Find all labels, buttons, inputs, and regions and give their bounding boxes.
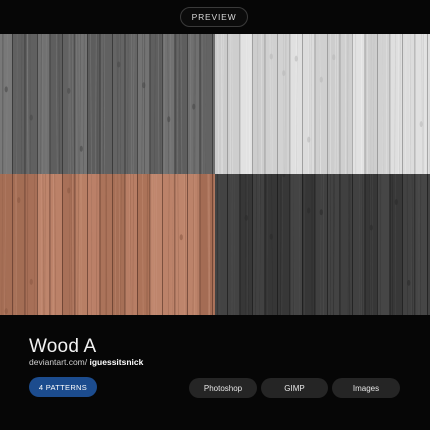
site-label: deviantart.com/: [29, 357, 88, 367]
images-button[interactable]: Images: [332, 378, 400, 398]
preview-button[interactable]: PREVIEW: [180, 7, 248, 27]
gray-wood-swatch[interactable]: [0, 34, 215, 174]
author-name[interactable]: iguessitsnick: [90, 357, 144, 367]
pattern-title: Wood A: [29, 336, 97, 357]
dark-wood-swatch[interactable]: [215, 174, 430, 315]
author-credit[interactable]: deviantart.com/ iguessitsnick: [29, 357, 143, 367]
gimp-button[interactable]: GIMP: [261, 378, 328, 398]
pattern-preview-grid: [0, 34, 430, 315]
brown-wood-swatch[interactable]: [0, 174, 215, 315]
white-wood-swatch[interactable]: [215, 34, 430, 174]
patterns-count-button[interactable]: 4 PATTERNS: [29, 377, 97, 397]
photoshop-button[interactable]: Photoshop: [189, 378, 257, 398]
